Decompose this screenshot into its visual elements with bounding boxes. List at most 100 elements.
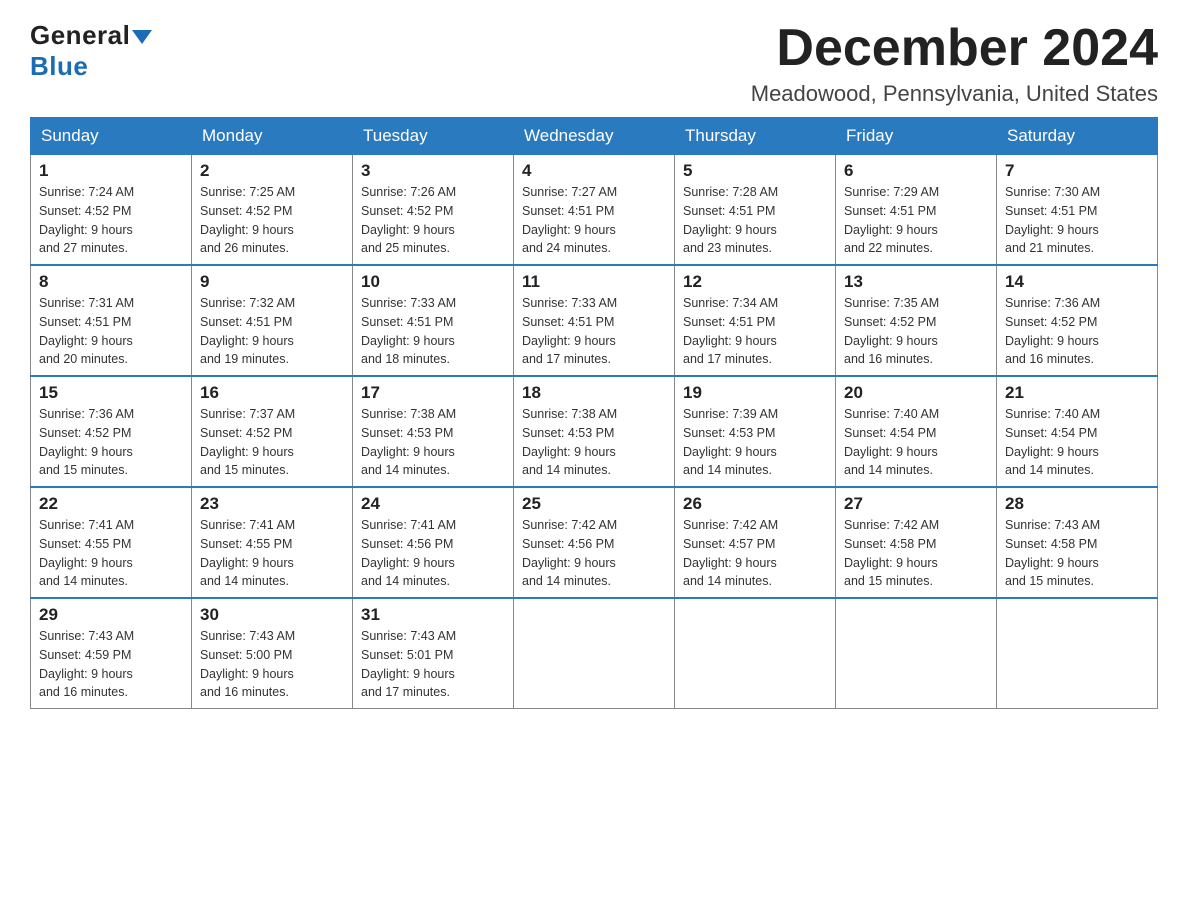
day-number: 1 [39,161,183,181]
day-info: Sunrise: 7:36 AMSunset: 4:52 PMDaylight:… [39,405,183,480]
calendar-cell: 2Sunrise: 7:25 AMSunset: 4:52 PMDaylight… [192,155,353,266]
day-info: Sunrise: 7:36 AMSunset: 4:52 PMDaylight:… [1005,294,1149,369]
day-info: Sunrise: 7:39 AMSunset: 4:53 PMDaylight:… [683,405,827,480]
day-number: 7 [1005,161,1149,181]
calendar-cell: 26Sunrise: 7:42 AMSunset: 4:57 PMDayligh… [675,487,836,598]
calendar-cell: 15Sunrise: 7:36 AMSunset: 4:52 PMDayligh… [31,376,192,487]
calendar-cell: 13Sunrise: 7:35 AMSunset: 4:52 PMDayligh… [836,265,997,376]
location-title: Meadowood, Pennsylvania, United States [751,81,1158,107]
calendar-week-5: 29Sunrise: 7:43 AMSunset: 4:59 PMDayligh… [31,598,1158,709]
calendar-cell: 16Sunrise: 7:37 AMSunset: 4:52 PMDayligh… [192,376,353,487]
day-info: Sunrise: 7:42 AMSunset: 4:57 PMDaylight:… [683,516,827,591]
day-number: 10 [361,272,505,292]
logo-triangle-icon [132,30,152,44]
day-number: 15 [39,383,183,403]
day-info: Sunrise: 7:34 AMSunset: 4:51 PMDaylight:… [683,294,827,369]
weekday-header-friday: Friday [836,118,997,155]
calendar-cell: 27Sunrise: 7:42 AMSunset: 4:58 PMDayligh… [836,487,997,598]
calendar-cell: 31Sunrise: 7:43 AMSunset: 5:01 PMDayligh… [353,598,514,709]
day-info: Sunrise: 7:37 AMSunset: 4:52 PMDaylight:… [200,405,344,480]
day-number: 25 [522,494,666,514]
calendar-cell: 24Sunrise: 7:41 AMSunset: 4:56 PMDayligh… [353,487,514,598]
calendar-cell: 20Sunrise: 7:40 AMSunset: 4:54 PMDayligh… [836,376,997,487]
calendar-cell: 8Sunrise: 7:31 AMSunset: 4:51 PMDaylight… [31,265,192,376]
day-number: 4 [522,161,666,181]
day-info: Sunrise: 7:43 AMSunset: 4:59 PMDaylight:… [39,627,183,702]
calendar-cell: 19Sunrise: 7:39 AMSunset: 4:53 PMDayligh… [675,376,836,487]
day-number: 14 [1005,272,1149,292]
day-info: Sunrise: 7:25 AMSunset: 4:52 PMDaylight:… [200,183,344,258]
weekday-header-tuesday: Tuesday [353,118,514,155]
day-info: Sunrise: 7:43 AMSunset: 5:00 PMDaylight:… [200,627,344,702]
day-number: 28 [1005,494,1149,514]
calendar-table: SundayMondayTuesdayWednesdayThursdayFrid… [30,117,1158,709]
calendar-cell: 4Sunrise: 7:27 AMSunset: 4:51 PMDaylight… [514,155,675,266]
calendar-cell: 28Sunrise: 7:43 AMSunset: 4:58 PMDayligh… [997,487,1158,598]
day-number: 3 [361,161,505,181]
month-title: December 2024 [751,20,1158,77]
day-info: Sunrise: 7:33 AMSunset: 4:51 PMDaylight:… [361,294,505,369]
calendar-cell: 23Sunrise: 7:41 AMSunset: 4:55 PMDayligh… [192,487,353,598]
day-number: 29 [39,605,183,625]
weekday-header-row: SundayMondayTuesdayWednesdayThursdayFrid… [31,118,1158,155]
calendar-cell [997,598,1158,709]
calendar-cell: 17Sunrise: 7:38 AMSunset: 4:53 PMDayligh… [353,376,514,487]
day-number: 31 [361,605,505,625]
logo-blue-text: Blue [30,51,88,81]
day-number: 6 [844,161,988,181]
day-info: Sunrise: 7:43 AMSunset: 4:58 PMDaylight:… [1005,516,1149,591]
day-info: Sunrise: 7:31 AMSunset: 4:51 PMDaylight:… [39,294,183,369]
calendar-cell: 7Sunrise: 7:30 AMSunset: 4:51 PMDaylight… [997,155,1158,266]
logo-bottom-line: Blue [30,51,88,82]
day-number: 27 [844,494,988,514]
day-number: 2 [200,161,344,181]
calendar-cell: 14Sunrise: 7:36 AMSunset: 4:52 PMDayligh… [997,265,1158,376]
calendar-week-1: 1Sunrise: 7:24 AMSunset: 4:52 PMDaylight… [31,155,1158,266]
weekday-header-wednesday: Wednesday [514,118,675,155]
calendar-cell: 12Sunrise: 7:34 AMSunset: 4:51 PMDayligh… [675,265,836,376]
title-section: December 2024 Meadowood, Pennsylvania, U… [751,20,1158,107]
calendar-cell: 10Sunrise: 7:33 AMSunset: 4:51 PMDayligh… [353,265,514,376]
calendar-week-4: 22Sunrise: 7:41 AMSunset: 4:55 PMDayligh… [31,487,1158,598]
day-number: 16 [200,383,344,403]
calendar-cell: 25Sunrise: 7:42 AMSunset: 4:56 PMDayligh… [514,487,675,598]
calendar-cell: 21Sunrise: 7:40 AMSunset: 4:54 PMDayligh… [997,376,1158,487]
day-info: Sunrise: 7:29 AMSunset: 4:51 PMDaylight:… [844,183,988,258]
weekday-header-monday: Monday [192,118,353,155]
calendar-cell: 9Sunrise: 7:32 AMSunset: 4:51 PMDaylight… [192,265,353,376]
calendar-cell: 29Sunrise: 7:43 AMSunset: 4:59 PMDayligh… [31,598,192,709]
calendar-cell: 18Sunrise: 7:38 AMSunset: 4:53 PMDayligh… [514,376,675,487]
day-info: Sunrise: 7:30 AMSunset: 4:51 PMDaylight:… [1005,183,1149,258]
day-number: 13 [844,272,988,292]
day-number: 26 [683,494,827,514]
calendar-cell: 6Sunrise: 7:29 AMSunset: 4:51 PMDaylight… [836,155,997,266]
day-info: Sunrise: 7:42 AMSunset: 4:56 PMDaylight:… [522,516,666,591]
day-number: 21 [1005,383,1149,403]
calendar-week-2: 8Sunrise: 7:31 AMSunset: 4:51 PMDaylight… [31,265,1158,376]
weekday-header-sunday: Sunday [31,118,192,155]
logo-general-text: General [30,20,130,50]
day-number: 22 [39,494,183,514]
day-info: Sunrise: 7:26 AMSunset: 4:52 PMDaylight:… [361,183,505,258]
day-number: 17 [361,383,505,403]
logo: General Blue [30,20,152,82]
calendar-cell [675,598,836,709]
day-info: Sunrise: 7:41 AMSunset: 4:55 PMDaylight:… [200,516,344,591]
calendar-cell: 30Sunrise: 7:43 AMSunset: 5:00 PMDayligh… [192,598,353,709]
logo-top-line: General [30,20,152,51]
calendar-cell [836,598,997,709]
calendar-cell: 1Sunrise: 7:24 AMSunset: 4:52 PMDaylight… [31,155,192,266]
day-info: Sunrise: 7:28 AMSunset: 4:51 PMDaylight:… [683,183,827,258]
day-info: Sunrise: 7:41 AMSunset: 4:56 PMDaylight:… [361,516,505,591]
day-info: Sunrise: 7:35 AMSunset: 4:52 PMDaylight:… [844,294,988,369]
day-info: Sunrise: 7:40 AMSunset: 4:54 PMDaylight:… [844,405,988,480]
day-info: Sunrise: 7:38 AMSunset: 4:53 PMDaylight:… [361,405,505,480]
day-info: Sunrise: 7:24 AMSunset: 4:52 PMDaylight:… [39,183,183,258]
day-number: 23 [200,494,344,514]
weekday-header-saturday: Saturday [997,118,1158,155]
day-info: Sunrise: 7:43 AMSunset: 5:01 PMDaylight:… [361,627,505,702]
page-header: General Blue December 2024 Meadowood, Pe… [30,20,1158,107]
day-info: Sunrise: 7:38 AMSunset: 4:53 PMDaylight:… [522,405,666,480]
day-info: Sunrise: 7:41 AMSunset: 4:55 PMDaylight:… [39,516,183,591]
day-info: Sunrise: 7:42 AMSunset: 4:58 PMDaylight:… [844,516,988,591]
